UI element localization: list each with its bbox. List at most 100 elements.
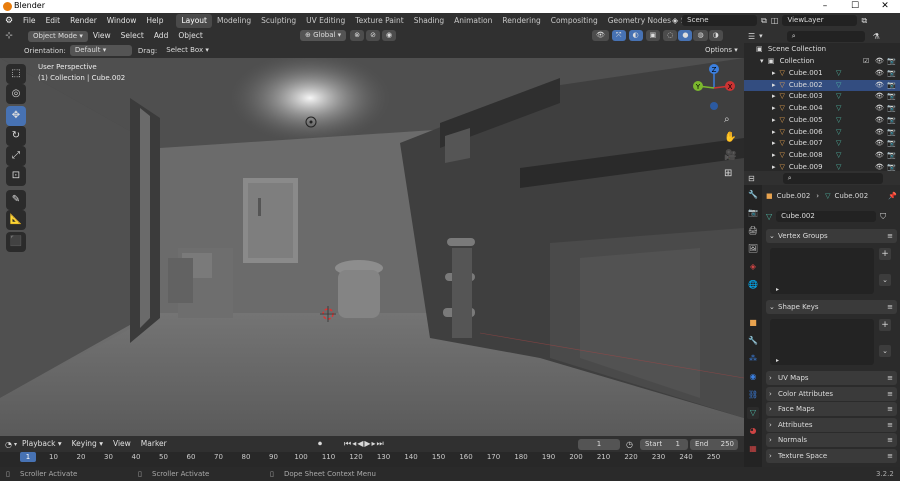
- blender-menu-icon[interactable]: ⚙: [0, 16, 18, 26]
- annotate-tool-icon[interactable]: ✎: [6, 190, 26, 210]
- menu-file[interactable]: File: [18, 13, 41, 29]
- copy-view-layer-icon[interactable]: ⧉: [861, 16, 867, 26]
- render-camera-icon[interactable]: 📷: [887, 80, 896, 92]
- outliner-search-input[interactable]: ⌕: [786, 30, 865, 42]
- material-tab-icon[interactable]: ◕: [747, 425, 759, 437]
- shading-rendered-icon[interactable]: ◑: [708, 30, 723, 41]
- render-tab-icon[interactable]: 📷: [747, 207, 759, 219]
- visibility-eye-icon[interactable]: 👁: [875, 80, 884, 92]
- viewport-menu-view[interactable]: View: [88, 29, 116, 43]
- expand-arrow-icon[interactable]: ▸: [772, 139, 776, 147]
- outliner-item[interactable]: ▸ ▽ Cube.002 ▽ 👁 📷: [744, 79, 900, 92]
- render-camera-icon[interactable]: 📷: [887, 115, 896, 127]
- scale-tool-icon[interactable]: ⤢: [6, 146, 26, 166]
- close-button[interactable]: ✕: [870, 0, 900, 13]
- tool-tab-icon[interactable]: 🔧: [747, 189, 759, 201]
- properties-editor-icon[interactable]: ⊟: [748, 174, 755, 183]
- tab-shading[interactable]: Shading: [409, 14, 449, 28]
- scene-selector[interactable]: Scene: [682, 15, 758, 26]
- visibility-eye-icon[interactable]: 👁: [875, 150, 884, 162]
- outliner-item[interactable]: ▸ ▽ Cube.001 ▽ 👁 📷: [744, 68, 900, 80]
- panel-collapsed[interactable]: › Color Attributes ≡: [766, 386, 897, 401]
- menu-window[interactable]: Window: [102, 13, 142, 29]
- move-tool-icon[interactable]: ✥: [6, 106, 26, 126]
- add-vertex-group-button[interactable]: +: [879, 248, 891, 260]
- outliner-item[interactable]: ▸ ▽ Cube.003 ▽ 👁 📷: [744, 91, 900, 103]
- tab-compositing[interactable]: Compositing: [546, 14, 603, 28]
- render-camera-icon[interactable]: 📷: [887, 56, 896, 68]
- add-cube-tool-icon[interactable]: ⬛: [6, 232, 26, 252]
- viewport-menu-add[interactable]: Add: [149, 29, 174, 43]
- visibility-eye-icon[interactable]: 👁: [875, 91, 884, 103]
- filter-icon[interactable]: ⚗: [873, 32, 880, 41]
- proportional-edit-icon[interactable]: ◉: [381, 30, 397, 41]
- menu-edit[interactable]: Edit: [41, 13, 66, 29]
- timeline-menu-view[interactable]: View: [108, 437, 136, 451]
- select-box-tool-icon[interactable]: ⬚: [6, 64, 26, 84]
- pivot-point-icon[interactable]: ⊗: [350, 30, 365, 41]
- expand-arrow-icon[interactable]: ▸: [772, 81, 776, 89]
- expand-arrow-icon[interactable]: ▸: [772, 163, 776, 171]
- panel-collapsed[interactable]: › UV Maps ≡: [766, 371, 897, 385]
- drag-handle-icon[interactable]: ≡: [887, 449, 893, 463]
- visibility-eye-icon[interactable]: 👁: [875, 127, 884, 139]
- drag-handle-icon[interactable]: ≡: [887, 387, 893, 401]
- properties-search-input[interactable]: ⌕: [782, 172, 883, 184]
- copy-scene-icon[interactable]: ⧉: [761, 16, 767, 26]
- render-camera-icon[interactable]: 📷: [887, 103, 896, 115]
- list-expand-icon[interactable]: ▸: [776, 357, 779, 364]
- maximize-button[interactable]: ☐: [840, 0, 870, 13]
- physics-tab-icon[interactable]: ◉: [747, 371, 759, 383]
- data-tab-icon[interactable]: ▽: [747, 407, 759, 419]
- outliner-item[interactable]: ▸ ▽ Cube.006 ▽ 👁 📷: [744, 127, 900, 139]
- outliner-scene-collection[interactable]: ▣ Scene Collection: [744, 44, 900, 56]
- panel-vertex-groups[interactable]: Vertex Groups ⌄ ≡: [766, 229, 897, 243]
- camera-view-icon[interactable]: 🎥: [724, 150, 736, 161]
- expand-arrow-icon[interactable]: ▸: [772, 116, 776, 124]
- menu-render[interactable]: Render: [65, 13, 102, 29]
- current-frame-field[interactable]: 1: [578, 438, 620, 450]
- visibility-eye-icon[interactable]: 👁: [875, 115, 884, 127]
- tab-layout[interactable]: Layout: [176, 14, 212, 28]
- editor-type-icon[interactable]: ⊹: [0, 31, 18, 41]
- render-camera-icon[interactable]: 📷: [887, 127, 896, 139]
- frame-ruler[interactable]: 1 10 20 30 40 50 60 70 80 90 100 110 120 130 140 150 160…: [0, 452, 744, 467]
- shading-material-icon[interactable]: ◍: [693, 30, 708, 41]
- expand-arrow-icon[interactable]: ▸: [772, 104, 776, 112]
- outliner-editor-icon[interactable]: ☰: [748, 32, 755, 41]
- fake-user-shield-icon[interactable]: ⛉: [880, 212, 886, 222]
- timeline-menu-playback[interactable]: Playback ▾: [17, 437, 67, 451]
- mode-selector[interactable]: Object Mode ▾: [28, 30, 88, 42]
- drag-handle-icon[interactable]: ≡: [887, 418, 893, 432]
- xray-toggle-icon[interactable]: ▣: [645, 30, 661, 41]
- drag-selector[interactable]: Select Box ▾: [161, 45, 214, 56]
- tab-modeling[interactable]: Modeling: [212, 14, 256, 28]
- tab-texture-paint[interactable]: Texture Paint: [350, 14, 408, 28]
- end-frame-field[interactable]: End 250: [690, 438, 738, 450]
- add-shape-key-button[interactable]: +: [879, 319, 891, 331]
- shape-keys-list[interactable]: ▸: [770, 319, 874, 365]
- shape-key-menu-button[interactable]: ⌄: [879, 345, 891, 357]
- collection-checkbox[interactable]: ☑: [863, 56, 869, 68]
- tab-geometry-nodes[interactable]: Geometry Nodes: [603, 14, 676, 28]
- zoom-icon[interactable]: ⌕: [724, 114, 730, 125]
- panel-collapsed[interactable]: › Normals ≡: [766, 433, 897, 447]
- visibility-icon[interactable]: 👁: [592, 30, 609, 41]
- outliner-collection[interactable]: ▾ ▣ Collection ☑ 👁 📷: [744, 56, 900, 68]
- expand-arrow-icon[interactable]: ▸: [772, 69, 776, 77]
- transform-tool-icon[interactable]: ⊡: [6, 166, 26, 186]
- expand-arrow-icon[interactable]: ▸: [772, 92, 776, 100]
- view-layer-selector[interactable]: ViewLayer: [782, 15, 858, 26]
- visibility-eye-icon[interactable]: 👁: [875, 68, 884, 80]
- gizmo-toggle-icon[interactable]: ⤧: [611, 30, 626, 41]
- shading-solid-icon[interactable]: ●: [678, 30, 693, 41]
- view-layer-tab-icon[interactable]: 🖼: [747, 243, 759, 255]
- perspective-toggle-icon[interactable]: ⊞: [724, 168, 732, 179]
- snap-icon[interactable]: ⊘: [366, 30, 380, 41]
- tab-animation[interactable]: Animation: [449, 14, 497, 28]
- visibility-eye-icon[interactable]: 👁: [875, 56, 884, 68]
- constraints-tab-icon[interactable]: ⛓: [747, 389, 759, 401]
- outliner-item[interactable]: ▸ ▽ Cube.007 ▽ 👁 📷: [744, 138, 900, 150]
- clock-icon[interactable]: ◷: [626, 440, 633, 449]
- tab-sculpting[interactable]: Sculpting: [256, 14, 301, 28]
